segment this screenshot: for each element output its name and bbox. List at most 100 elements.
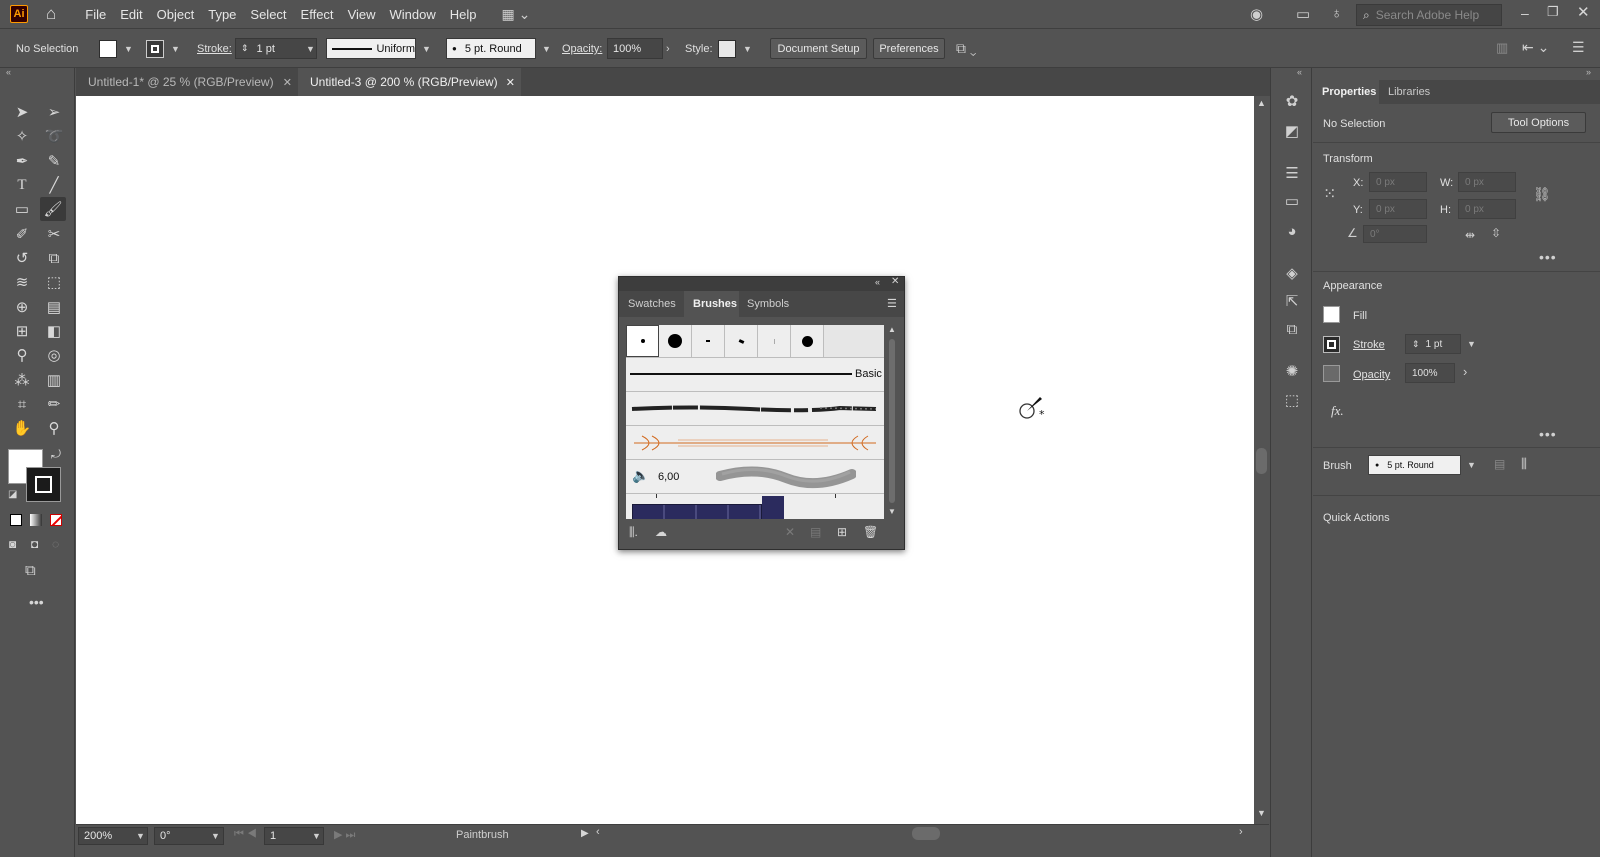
shape-builder-tool-icon[interactable]: ⊕	[10, 296, 34, 318]
rotate-tool-icon[interactable]: ↺	[10, 247, 34, 269]
document-setup-button[interactable]: Document Setup	[770, 38, 867, 59]
scroll-right-icon[interactable]: ›	[1239, 826, 1243, 838]
variable-width-profile[interactable]: Uniform	[326, 38, 416, 59]
tab-properties[interactable]: Properties	[1313, 80, 1379, 104]
direct-selection-tool-icon[interactable]: ➢	[42, 101, 66, 123]
tab-symbols[interactable]: Symbols	[739, 291, 799, 317]
stroke-color-swatch[interactable]	[26, 467, 61, 502]
opacity-swatch[interactable]	[1323, 365, 1340, 382]
selection-tool-icon[interactable]: ➤	[10, 101, 34, 123]
chevron-down-icon[interactable]: ▼	[211, 831, 220, 841]
artboard-tool-icon[interactable]: ⌗	[10, 393, 34, 415]
reference-point-icon[interactable]: ⁙	[1323, 184, 1336, 204]
chevron-down-icon[interactable]: ▼	[743, 44, 752, 54]
color-mode-icon[interactable]	[10, 514, 22, 526]
panel-title-bar[interactable]	[619, 277, 904, 291]
tab-untitled-3[interactable]: Untitled-3 @ 200 % (RGB/Preview) ✕	[298, 68, 521, 96]
mesh-tool-icon[interactable]: ⊞	[10, 320, 34, 342]
more-options-icon[interactable]: •••	[1539, 249, 1557, 265]
close-icon[interactable]: ✕	[891, 276, 899, 287]
scroll-up-icon[interactable]: ▲	[1257, 98, 1266, 108]
gradient-mode-icon[interactable]	[30, 514, 42, 526]
vertical-scrollbar[interactable]: ▲ ▼	[1254, 96, 1269, 824]
calligraphic-brush-5[interactable]	[758, 325, 791, 357]
tab-untitled-1[interactable]: Untitled-1* @ 25 % (RGB/Preview) ✕	[76, 68, 298, 96]
lightbulb-icon[interactable]: ♁	[1331, 5, 1342, 22]
close-icon[interactable]: ✕	[506, 76, 515, 89]
default-fill-stroke-icon[interactable]: ◪	[8, 489, 17, 500]
chevron-down-icon[interactable]: ▼	[542, 44, 551, 54]
opacity-label[interactable]: Opacity:	[562, 43, 602, 55]
delete-brush-icon[interactable]: 🗑	[863, 525, 878, 539]
scroll-left-icon[interactable]: ‹	[596, 826, 600, 838]
search-input[interactable]: ⌕ Search Adobe Help	[1356, 4, 1502, 26]
bristle-brush-row[interactable]: 🔈 6,00	[626, 459, 884, 493]
menu-edit[interactable]: Edit	[113, 7, 149, 22]
tab-libraries[interactable]: Libraries	[1379, 80, 1439, 104]
chevron-right-icon[interactable]: ›	[1463, 364, 1467, 379]
stroke-weight-field[interactable]: ⇕ 1 pt	[1405, 334, 1461, 354]
export-icon[interactable]: ⇱	[1283, 292, 1301, 310]
warp-tool-icon[interactable]: ≋	[10, 271, 34, 293]
chevron-down-icon[interactable]: ▼	[124, 44, 133, 54]
menu-help[interactable]: Help	[443, 7, 484, 22]
chevron-right-icon[interactable]: ›	[666, 43, 670, 55]
brush-selector[interactable]: ● 5 pt. Round	[1368, 455, 1461, 475]
chevron-down-icon[interactable]: ▼	[1467, 460, 1476, 470]
column-graph-tool-icon[interactable]: ▥	[42, 369, 66, 391]
collapse-icon[interactable]: «	[6, 67, 11, 77]
libraries-panel-icon[interactable]: ☁	[655, 525, 667, 539]
none-mode-icon[interactable]	[50, 514, 62, 526]
minimize-icon[interactable]: –	[1521, 5, 1529, 21]
close-icon[interactable]: ✕	[283, 76, 292, 89]
menu-select[interactable]: Select	[243, 7, 293, 22]
workspace-switcher-icon[interactable]: ▦ ⌄	[502, 6, 531, 23]
zoom-tool-icon[interactable]: ⚲	[42, 417, 66, 439]
magic-wand-tool-icon[interactable]: ✧	[10, 125, 34, 147]
brush-libraries-menu-icon[interactable]: ⫼.	[629, 525, 638, 540]
tab-swatches[interactable]: Swatches	[619, 291, 684, 317]
home-icon[interactable]: ⌂	[46, 4, 56, 24]
panel-menu-icon[interactable]: ☰	[1572, 39, 1585, 56]
curvature-tool-icon[interactable]: ✎	[42, 150, 66, 172]
flip-horizontal-icon[interactable]: ⇹	[1465, 228, 1475, 242]
symbol-sprayer-tool-icon[interactable]: ⁂	[10, 369, 34, 391]
tab-brushes[interactable]: Brushes	[684, 291, 739, 317]
pattern-brush-row[interactable]	[626, 493, 884, 519]
fill-swatch[interactable]	[99, 40, 117, 58]
paintbrush-tool-icon[interactable]: 🖌	[40, 197, 66, 221]
arrange-documents-icon[interactable]: ⧉ ⌄	[956, 40, 977, 57]
opacity-field[interactable]: 100%	[607, 38, 663, 59]
chevron-down-icon[interactable]: ▼	[422, 44, 431, 54]
calligraphic-brush-1[interactable]	[626, 325, 659, 357]
chevron-down-icon[interactable]: ▼	[312, 831, 321, 841]
user-icon[interactable]: ◉	[1250, 5, 1263, 23]
transparency-icon[interactable]: ◕	[1283, 222, 1301, 240]
collapse-icon[interactable]: »	[1586, 67, 1591, 77]
scroll-thumb[interactable]	[1256, 448, 1267, 474]
menu-file[interactable]: File	[78, 7, 113, 22]
perspective-grid-tool-icon[interactable]: ▤	[42, 296, 66, 318]
layers-icon[interactable]: ◈	[1283, 264, 1301, 282]
lasso-tool-icon[interactable]: ➰	[42, 125, 66, 147]
basic-brush-row[interactable]: Basic	[626, 357, 884, 391]
swap-fill-stroke-icon[interactable]: ⤾	[51, 447, 61, 462]
free-transform-tool-icon[interactable]: ⬚	[42, 271, 66, 293]
eyedropper-tool-icon[interactable]: ⚲	[10, 344, 34, 366]
gradient-tool-icon[interactable]: ◧	[42, 320, 66, 342]
draw-behind-icon[interactable]: ◘	[31, 537, 38, 551]
chevron-down-icon[interactable]: ▼	[306, 44, 315, 54]
new-brush-icon[interactable]: ⊞	[837, 525, 847, 539]
rectangle-tool-icon[interactable]: ▭	[10, 198, 34, 220]
type-tool-icon[interactable]: T	[10, 174, 34, 196]
chevron-down-icon[interactable]: ▼	[136, 831, 145, 841]
scroll-down-icon[interactable]: ▼	[1257, 808, 1266, 818]
brush-definition[interactable]: ● 5 pt. Round	[446, 38, 536, 59]
calligraphic-brush-2[interactable]	[659, 325, 692, 357]
chevron-down-icon[interactable]: ▼	[171, 44, 180, 54]
menu-type[interactable]: Type	[201, 7, 243, 22]
fill-swatch[interactable]	[1323, 306, 1340, 323]
gradient-icon[interactable]: ▭	[1283, 192, 1301, 210]
menu-window[interactable]: Window	[383, 7, 443, 22]
slice-tool-icon[interactable]: ✏	[42, 393, 66, 415]
